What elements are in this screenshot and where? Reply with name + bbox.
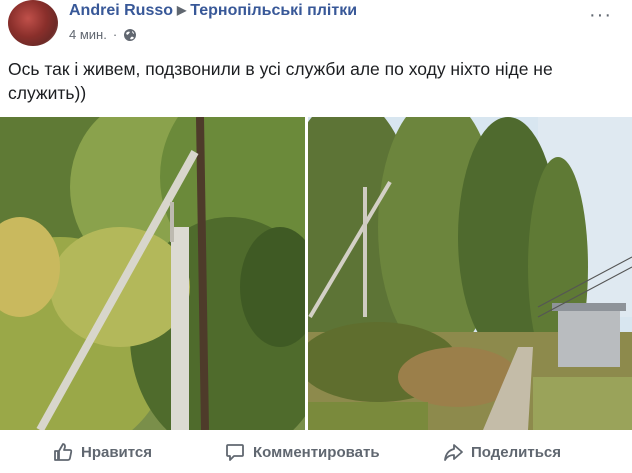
photo-grid (0, 117, 632, 430)
share-button[interactable]: Поделиться (442, 441, 561, 463)
like-label: Нравится (81, 443, 153, 461)
photo-leaning-pole[interactable] (0, 117, 305, 430)
photo-road-poplars[interactable] (308, 117, 632, 430)
meta-dot: · (112, 27, 118, 42)
avatar[interactable] (8, 0, 58, 46)
share-label: Поделиться (471, 443, 562, 461)
globe-icon[interactable] (123, 28, 137, 42)
thumbs-up-icon (54, 443, 73, 461)
post-text: Ось так і живем, подзвонили в усі служби… (8, 59, 553, 103)
facebook-post: Andrei Russo ▶ Тернопільські плітки 4 мин.… (0, 0, 632, 473)
post-timestamp-link[interactable]: 4 мин. (69, 27, 107, 42)
comment-button[interactable]: Комментировать (224, 441, 380, 463)
share-arrow-icon (444, 444, 463, 461)
post-header: Andrei Russo ▶ Тернопільські плітки (69, 2, 357, 20)
author-name-link[interactable]: Andrei Russo (69, 2, 173, 19)
group-name-link[interactable]: Тернопільські плітки (190, 2, 357, 19)
post-actions-bar: Нравится Комментировать Поделиться (0, 433, 632, 473)
like-button[interactable]: Нравится (52, 441, 152, 463)
arrow-separator-icon: ▶ (177, 3, 187, 17)
more-options-button[interactable]: ··· (589, 4, 612, 27)
speech-bubble-icon (226, 444, 244, 461)
post-meta: 4 мин. · (69, 27, 137, 42)
comment-label: Комментировать (253, 443, 380, 461)
